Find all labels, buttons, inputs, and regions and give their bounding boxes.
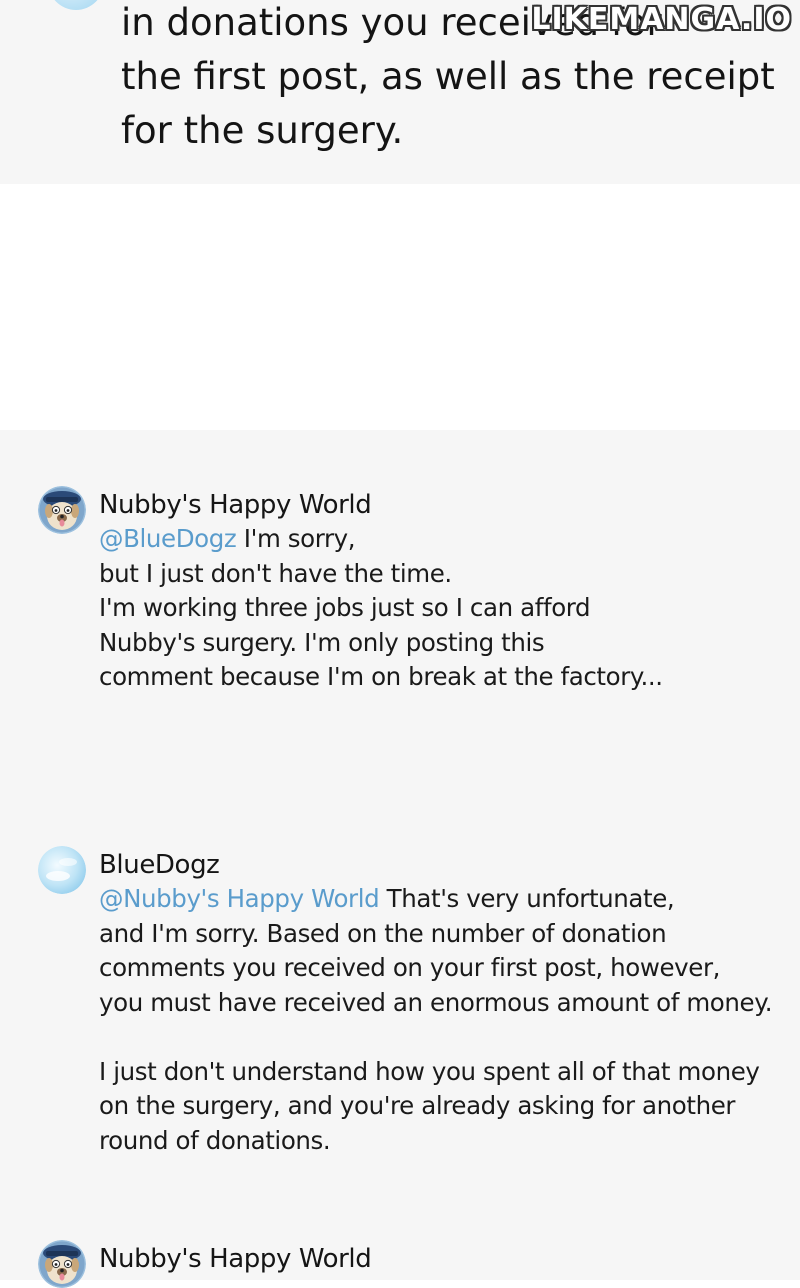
comment-text: That's very unfortunate, [379, 884, 675, 913]
comment-line: Nubby's surgery. I'm only posting this [99, 627, 545, 657]
comment-line: comments you received on your first post… [99, 953, 721, 982]
comment-author[interactable]: Nubby's Happy World [99, 488, 663, 522]
comments-panel: Nubby's Happy World @BlueDogz I'm sorry,… [0, 430, 800, 1288]
comment-line: but I just don't have the time. [99, 558, 452, 588]
comment-author[interactable]: Nubby's Happy World [99, 1242, 372, 1276]
comment-line: comment because I'm on break at the fact… [99, 662, 663, 691]
comment-line: and I'm sorry. Based on the number of do… [99, 918, 667, 948]
comment-line: round of donations. [99, 1125, 331, 1155]
dog-avatar-icon[interactable] [38, 1240, 86, 1288]
comment-line: you must have received an enormous amoun… [99, 987, 773, 1017]
sky-avatar-icon [48, 0, 104, 10]
comment-first-line: @BlueDogz I'm sorry, [99, 522, 663, 557]
mention-link[interactable]: @BlueDogz [99, 524, 237, 553]
top-line-2: the first post, as well as the receipt [121, 55, 775, 98]
top-line-3: for the surgery. [121, 109, 404, 152]
mention-link[interactable]: @Nubby's Happy World [99, 884, 380, 913]
comment-author[interactable]: BlueDogz [99, 848, 772, 882]
comment-body: Nubby's Happy World [99, 1242, 372, 1276]
comment-body: BlueDogz @Nubby's Happy World That's ver… [99, 848, 773, 1158]
comment-line: I just don't understand how you spent al… [99, 1056, 760, 1086]
watermark: LIKEMANGA.IO [531, 2, 792, 37]
comment-line: I'm working three jobs just so I can aff… [99, 593, 591, 622]
dog-avatar-icon[interactable] [38, 486, 86, 534]
comment-text: I'm sorry, [236, 524, 356, 553]
comment-line: on the surgery, and you're already askin… [99, 1091, 736, 1120]
comment-first-line: @Nubby's Happy World That's very unfortu… [99, 882, 772, 917]
sky-avatar-icon[interactable] [38, 846, 86, 894]
comment-body: Nubby's Happy World @BlueDogz I'm sorry,… [99, 488, 663, 695]
